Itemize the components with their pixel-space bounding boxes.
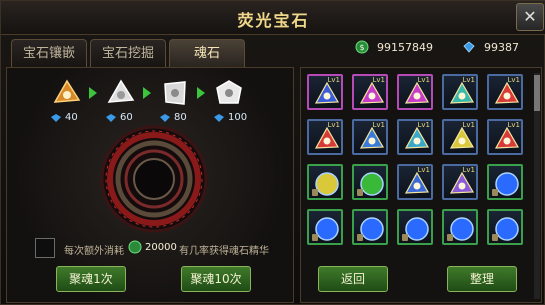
level-label: Lv1 — [417, 166, 431, 174]
inventory-slot[interactable]: Lv1 — [442, 164, 478, 200]
soul-stone-icon — [449, 171, 475, 194]
inventory-slot[interactable] — [352, 209, 388, 245]
soul-stone-icon — [359, 81, 385, 104]
soul-stone-icon — [404, 126, 430, 149]
inventory-slot[interactable]: Lv1 — [397, 74, 433, 110]
level-label: Lv1 — [417, 76, 431, 84]
lock-icon — [357, 189, 363, 196]
level-label: Lv1 — [507, 76, 521, 84]
extra-cost-prefix: 每次额外消耗 — [64, 246, 124, 257]
inventory-scrollbar[interactable] — [534, 73, 540, 299]
back-button[interactable]: 返回 — [318, 266, 388, 292]
soul-stone-icon — [314, 81, 340, 104]
level-label: Lv1 — [507, 121, 521, 129]
orange-soul-stone-icon[interactable] — [52, 78, 82, 108]
title-bar: 荧光宝石 ✕ — [1, 1, 545, 35]
inventory-panel: Lv1 Lv1 Lv1 Lv1 Lv1 Lv1 Lv1 Lv1 Lv1 Lv1 Lv1 Lv1 返回 … — [300, 67, 542, 303]
level-label: Lv1 — [372, 121, 386, 129]
lock-icon — [492, 189, 498, 196]
inventory-slot[interactable] — [487, 209, 523, 245]
inventory-slot[interactable]: Lv1 — [307, 119, 343, 155]
inventory-slot[interactable] — [397, 209, 433, 245]
level-label: Lv1 — [327, 76, 341, 84]
inventory-slot[interactable]: Lv1 — [442, 74, 478, 110]
blue-diamond-icon — [106, 114, 116, 122]
cost-label: 60 — [120, 112, 133, 123]
soul-stone-icon — [404, 171, 430, 194]
blue-diamond-icon — [214, 114, 224, 122]
extra-cost-amount: 20000 — [145, 242, 177, 253]
tab-gem-mining[interactable]: 宝石挖掘 — [90, 39, 166, 67]
cost-label: 40 — [65, 112, 78, 123]
green-gem-icon — [128, 240, 142, 254]
level-label: Lv1 — [462, 166, 476, 174]
inventory-slot[interactable]: Lv1 — [397, 164, 433, 200]
white-soul-stone-icon[interactable] — [214, 78, 244, 108]
cost-label: 100 — [228, 112, 248, 123]
soul-stone-icon — [404, 81, 430, 104]
inventory-slot[interactable]: Lv1 — [352, 74, 388, 110]
soul-stone-icon — [494, 81, 520, 104]
soul-stone-icon — [359, 126, 385, 149]
lock-icon — [447, 234, 453, 241]
blue-diamond-icon — [51, 114, 61, 122]
cost-label: 80 — [174, 112, 187, 123]
soul-stone-icon — [494, 126, 520, 149]
inventory-slot[interactable]: Lv1 — [442, 119, 478, 155]
green-gem-icon: $ — [355, 40, 369, 54]
soul-stone-icon — [314, 126, 340, 149]
extra-cost-checkbox[interactable] — [35, 238, 55, 258]
gather-once-button[interactable]: 聚魂1次 — [56, 266, 126, 292]
close-x-icon: ✕ — [523, 7, 537, 26]
soul-ring-icon — [100, 125, 208, 233]
gather-panel: 40 60 80 100 每次额外消耗 20000 有几率获得魂石精华 聚魂1次… — [6, 67, 294, 303]
white-soul-stone-icon[interactable] — [106, 78, 136, 108]
lock-icon — [492, 234, 498, 241]
level-label: Lv1 — [372, 76, 386, 84]
arrow-right-icon — [143, 87, 151, 99]
gold-amount: 99157849 — [377, 41, 433, 54]
window-title: 荧光宝石 — [237, 11, 310, 30]
blue-diamond-icon — [160, 114, 170, 122]
diamond-amount: 99387 — [484, 41, 519, 54]
white-soul-stone-icon[interactable] — [160, 78, 190, 108]
inventory-slot[interactable]: Lv1 — [397, 119, 433, 155]
level-label: Lv1 — [462, 76, 476, 84]
inventory-slot[interactable]: Lv1 — [307, 74, 343, 110]
inventory-slot[interactable]: Lv1 — [352, 119, 388, 155]
lock-icon — [312, 189, 318, 196]
lock-icon — [357, 234, 363, 241]
level-label: Lv1 — [327, 121, 341, 129]
tab-soul-stone[interactable]: 魂石 — [169, 39, 245, 67]
blue-diamond-icon — [463, 41, 475, 53]
soul-stone-window: 荧光宝石 ✕ 宝石镶嵌 宝石挖掘 魂石 $ 99157849 99387 40 … — [0, 0, 545, 305]
tab-gem-inlay[interactable]: 宝石镶嵌 — [11, 39, 87, 67]
inventory-slot[interactable] — [307, 209, 343, 245]
close-button[interactable]: ✕ — [516, 3, 544, 31]
extra-cost-suffix: 有几率获得魂石精华 — [179, 246, 269, 257]
inventory-slot[interactable] — [487, 164, 523, 200]
arrow-right-icon — [89, 87, 97, 99]
inventory-slot[interactable]: Lv1 — [487, 119, 523, 155]
inventory-slot[interactable]: Lv1 — [487, 74, 523, 110]
inventory-slot[interactable] — [442, 209, 478, 245]
inventory-slot[interactable] — [352, 164, 388, 200]
arrow-right-icon — [197, 87, 205, 99]
lock-icon — [402, 234, 408, 241]
lock-icon — [312, 234, 318, 241]
soul-stone-icon — [449, 126, 475, 149]
level-label: Lv1 — [462, 121, 476, 129]
svg-text:$: $ — [359, 43, 364, 52]
soul-stone-icon — [449, 81, 475, 104]
level-label: Lv1 — [417, 121, 431, 129]
sort-button[interactable]: 整理 — [447, 266, 517, 292]
inventory-slot[interactable] — [307, 164, 343, 200]
scroll-thumb[interactable] — [534, 75, 540, 111]
gather-ten-button[interactable]: 聚魂10次 — [181, 266, 251, 292]
